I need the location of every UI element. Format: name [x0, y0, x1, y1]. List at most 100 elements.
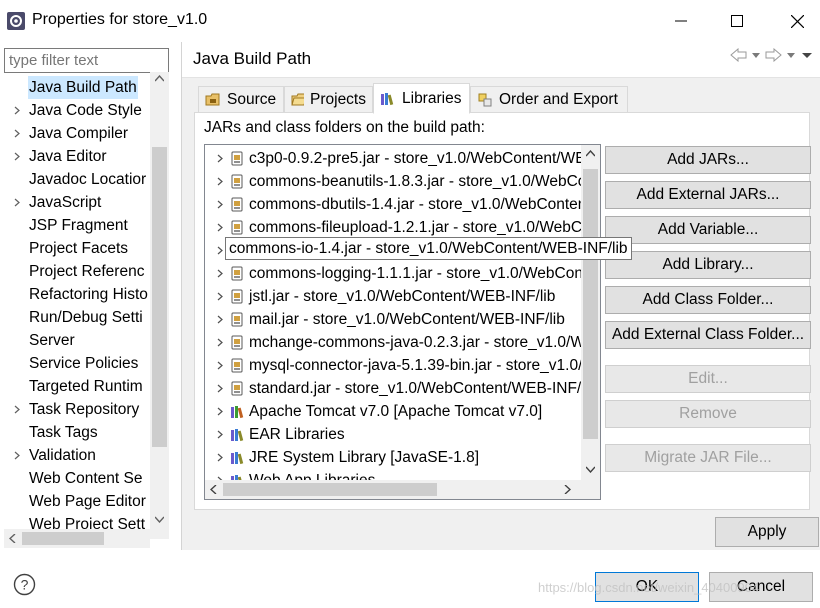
tree-item[interactable]: Web Page Editor	[0, 490, 150, 513]
tree-item[interactable]: Validation	[0, 444, 150, 467]
tree-item[interactable]: Project Referenc	[0, 260, 150, 283]
library-row[interactable]: Apache Tomcat v7.0 [Apache Tomcat v7.0]	[205, 400, 600, 423]
chevron-right-icon[interactable]	[11, 191, 23, 214]
tree-item[interactable]: Java Build Path	[0, 76, 150, 99]
chevron-right-icon[interactable]	[214, 423, 226, 446]
chevron-right-icon[interactable]	[214, 216, 226, 239]
libraries-scroll-thumb[interactable]	[583, 169, 598, 439]
tree-horizontal-scrollbar[interactable]	[4, 529, 150, 548]
chevron-right-icon[interactable]	[214, 400, 226, 423]
tree-item[interactable]: Java Compiler	[0, 122, 150, 145]
libraries-tree[interactable]: c3p0-0.9.2-pre5.jar - store_v1.0/WebCont…	[204, 144, 601, 500]
chevron-right-icon[interactable]	[214, 354, 226, 377]
library-label: commons-beanutils-1.8.3.jar - store_v1.0…	[249, 173, 600, 190]
page-header: Java Build Path	[182, 42, 820, 78]
scroll-down-icon[interactable]	[155, 516, 164, 523]
filter-input[interactable]	[4, 48, 169, 73]
libraries-vertical-scrollbar[interactable]	[581, 145, 600, 481]
scroll-up-icon[interactable]	[586, 150, 595, 157]
tab-source[interactable]: Source	[198, 86, 284, 113]
chevron-right-icon[interactable]	[214, 446, 226, 469]
tree-item[interactable]: Task Repository	[0, 398, 150, 421]
tree-item[interactable]: JSP Fragment	[0, 214, 150, 237]
libraries-horizontal-scrollbar[interactable]	[205, 480, 583, 499]
tree-item[interactable]: Server	[0, 329, 150, 352]
tree-item[interactable]: Refactoring Histo	[0, 283, 150, 306]
tree-item[interactable]: Javadoc Locatior	[0, 168, 150, 191]
chevron-right-icon[interactable]	[214, 193, 226, 216]
tree-item[interactable]: Run/Debug Setti	[0, 306, 150, 329]
add-class-folder-button[interactable]: Add Class Folder...	[605, 286, 811, 314]
back-dropdown-icon[interactable]	[751, 48, 761, 62]
cancel-button[interactable]: Cancel	[709, 572, 813, 602]
chevron-right-icon[interactable]	[214, 262, 226, 285]
edit-button[interactable]: Edit...	[605, 365, 811, 393]
forward-arrow-icon[interactable]	[765, 48, 782, 62]
library-row[interactable]: JRE System Library [JavaSE-1.8]	[205, 446, 600, 469]
chevron-right-icon[interactable]	[214, 308, 226, 331]
tree-item[interactable]: Task Tags	[0, 421, 150, 444]
library-row[interactable]: mchange-commons-java-0.2.3.jar - store_v…	[205, 331, 600, 354]
add-external-jars-button[interactable]: Add External JARs...	[605, 181, 811, 209]
library-row[interactable]: jstl.jar - store_v1.0/WebContent/WEB-INF…	[205, 285, 600, 308]
scroll-right-icon[interactable]	[564, 485, 571, 494]
tree-item[interactable]: Java Editor	[0, 145, 150, 168]
scroll-up-icon[interactable]	[155, 75, 164, 82]
add-external-class-folder-button[interactable]: Add External Class Folder...	[605, 321, 811, 349]
forward-dropdown-icon[interactable]	[786, 48, 796, 62]
tree-item[interactable]: Project Facets	[0, 237, 150, 260]
minimize-button[interactable]	[658, 4, 704, 38]
tree-item-label: Web Content Se	[29, 470, 143, 487]
maximize-button[interactable]	[714, 4, 760, 38]
chevron-right-icon[interactable]	[11, 99, 23, 122]
jar-icon	[231, 381, 243, 396]
chevron-right-icon[interactable]	[214, 147, 226, 170]
tree-item[interactable]: Service Policies	[0, 352, 150, 375]
tree-item[interactable]: JavaScript	[0, 191, 150, 214]
chevron-right-icon[interactable]	[214, 285, 226, 308]
chevron-right-icon[interactable]	[11, 444, 23, 467]
chevron-right-icon[interactable]	[214, 377, 226, 400]
remove-button[interactable]: Remove	[605, 400, 811, 428]
scroll-left-icon[interactable]	[9, 534, 16, 543]
libraries-hscroll-thumb[interactable]	[223, 483, 437, 496]
ok-button[interactable]: OK	[595, 572, 699, 602]
scroll-left-icon[interactable]	[210, 485, 217, 494]
back-arrow-icon[interactable]	[730, 48, 747, 62]
apply-button[interactable]: Apply	[715, 517, 819, 547]
tree-vertical-scrollbar[interactable]	[150, 72, 169, 539]
tree-item[interactable]: Java Code Style	[0, 99, 150, 122]
add-variable-button[interactable]: Add Variable...	[605, 216, 811, 244]
jar-icon	[231, 335, 243, 350]
chevron-right-icon[interactable]	[214, 170, 226, 193]
tree-item[interactable]: Targeted Runtim	[0, 375, 150, 398]
library-row[interactable]: mysql-connector-java-5.1.39-bin.jar - st…	[205, 354, 600, 377]
migrate-jar-button[interactable]: Migrate JAR File...	[605, 444, 811, 472]
chevron-right-icon[interactable]	[11, 398, 23, 421]
scroll-down-icon[interactable]	[586, 466, 595, 473]
tree-item-label: JavaScript	[29, 194, 102, 211]
library-row[interactable]: EAR Libraries	[205, 423, 600, 446]
chevron-right-icon[interactable]	[11, 145, 23, 168]
tab-libraries[interactable]: Libraries	[373, 83, 470, 114]
help-icon[interactable]: ?	[13, 573, 36, 596]
library-row[interactable]: commons-fileupload-1.2.1.jar - store_v1.…	[205, 216, 600, 239]
tree-item-label: Java Editor	[29, 148, 107, 165]
tree-scroll-thumb[interactable]	[152, 147, 167, 447]
library-row[interactable]: commons-logging-1.1.1.jar - store_v1.0/W…	[205, 262, 600, 285]
chevron-right-icon[interactable]	[214, 331, 226, 354]
close-button[interactable]	[774, 4, 820, 38]
library-row[interactable]: standard.jar - store_v1.0/WebContent/WEB…	[205, 377, 600, 400]
library-row[interactable]: mail.jar - store_v1.0/WebContent/WEB-INF…	[205, 308, 600, 331]
tree-hscroll-thumb[interactable]	[22, 532, 104, 545]
tab-projects[interactable]: Projects	[284, 86, 373, 113]
library-row[interactable]: commons-beanutils-1.8.3.jar - store_v1.0…	[205, 170, 600, 193]
add-library-button[interactable]: Add Library...	[605, 251, 811, 279]
view-menu-icon[interactable]	[800, 48, 814, 62]
tab-order-and-export[interactable]: Order and Export	[470, 86, 628, 113]
tree-item[interactable]: Web Content Se	[0, 467, 150, 490]
library-row[interactable]: c3p0-0.9.2-pre5.jar - store_v1.0/WebCont…	[205, 147, 600, 170]
add-jars-button[interactable]: Add JARs...	[605, 146, 811, 174]
library-row[interactable]: commons-dbutils-1.4.jar - store_v1.0/Web…	[205, 193, 600, 216]
chevron-right-icon[interactable]	[11, 122, 23, 145]
